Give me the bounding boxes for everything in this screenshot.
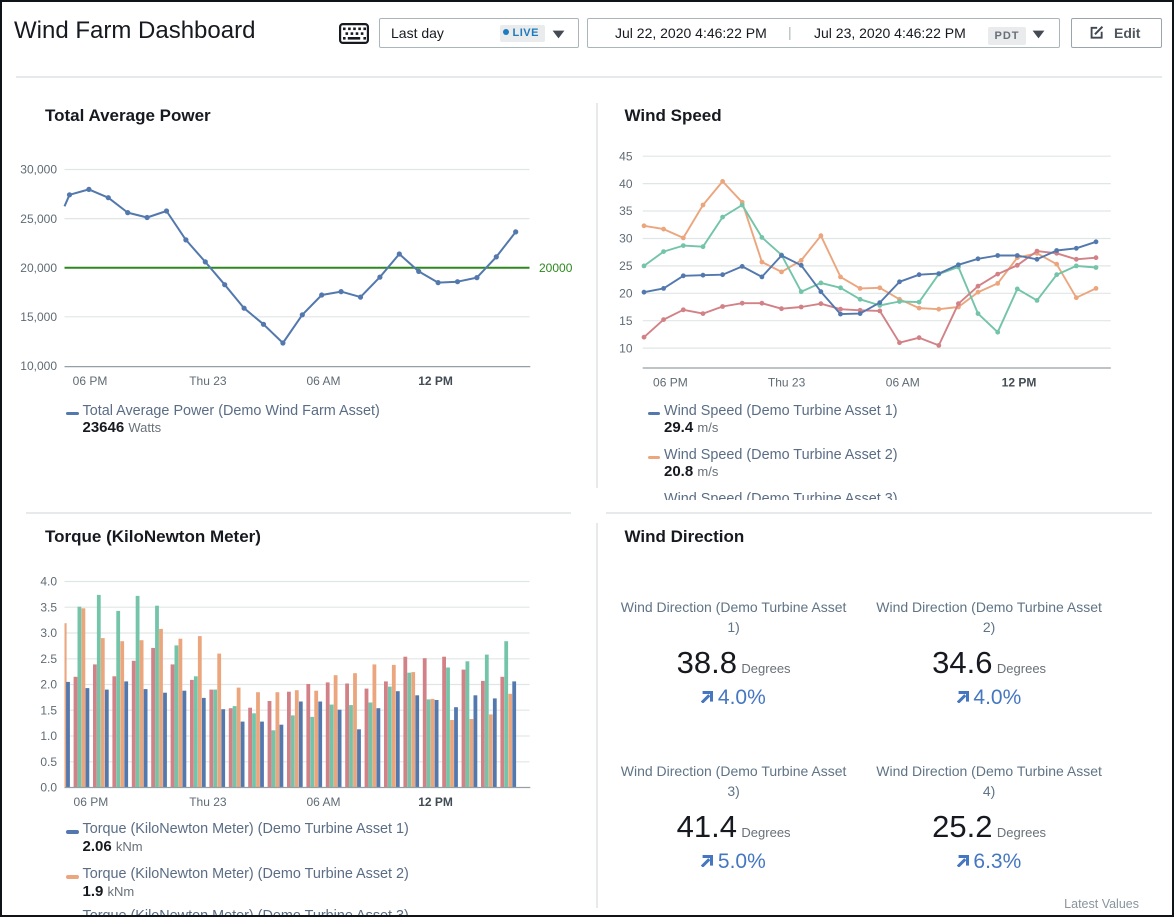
svg-text:2.5: 2.5 (40, 652, 57, 666)
svg-text:0.0: 0.0 (40, 781, 57, 795)
svg-text:Thu 23: Thu 23 (189, 795, 227, 809)
svg-text:4.0: 4.0 (40, 575, 57, 589)
svg-text:3.5: 3.5 (40, 601, 57, 615)
svg-text:3.0: 3.0 (40, 626, 57, 640)
svg-text:0.5: 0.5 (40, 755, 57, 769)
svg-text:06 AM: 06 AM (306, 795, 340, 809)
svg-text:1.0: 1.0 (40, 729, 57, 743)
svg-text:2.0: 2.0 (40, 678, 57, 692)
svg-text:1.5: 1.5 (40, 704, 57, 718)
svg-text:12 PM: 12 PM (418, 795, 453, 809)
svg-text:06 PM: 06 PM (74, 795, 109, 809)
